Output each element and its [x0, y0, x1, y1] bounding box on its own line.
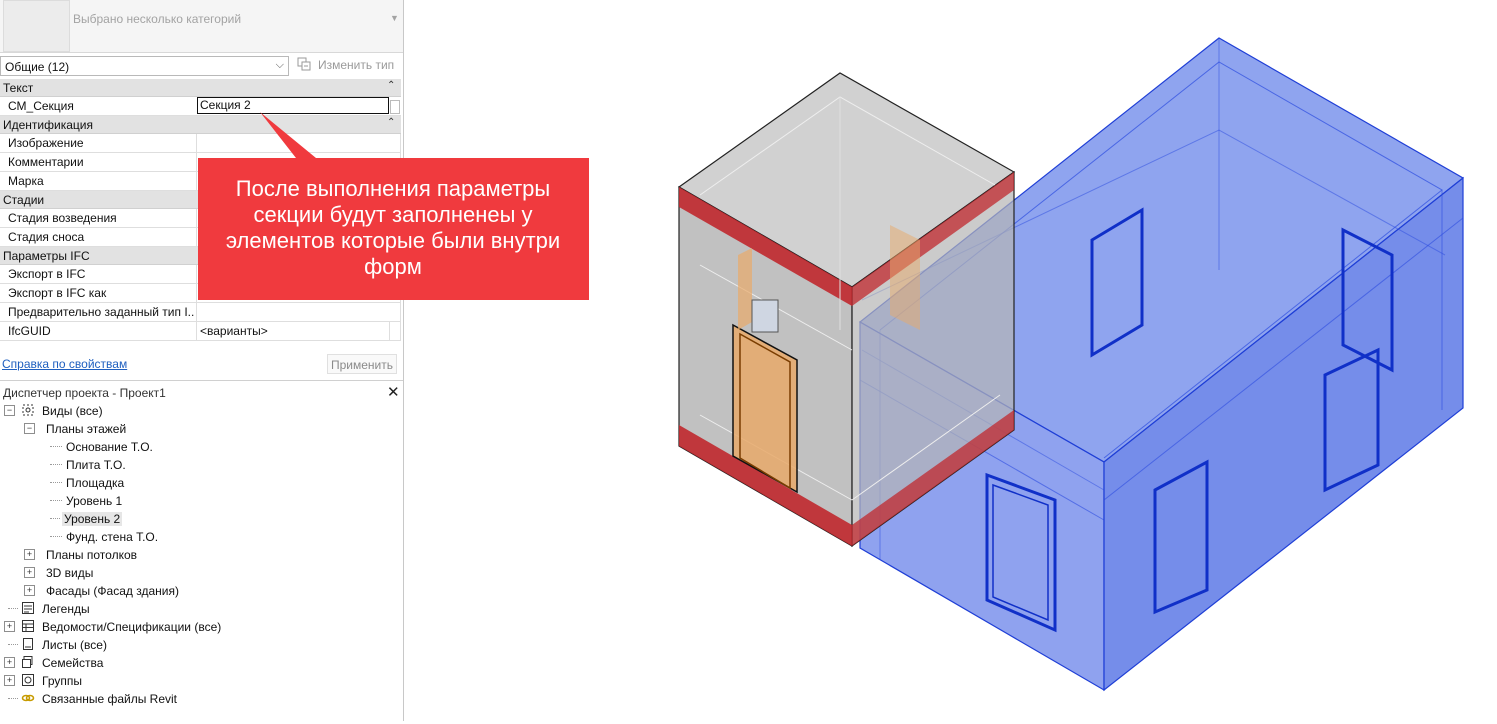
3d-view-canvas[interactable]: После выполнения параметры секции будут … [198, 0, 1497, 721]
callout-balloon [198, 112, 589, 300]
callout-text: После выполнения параметры секции будут … [225, 176, 561, 279]
